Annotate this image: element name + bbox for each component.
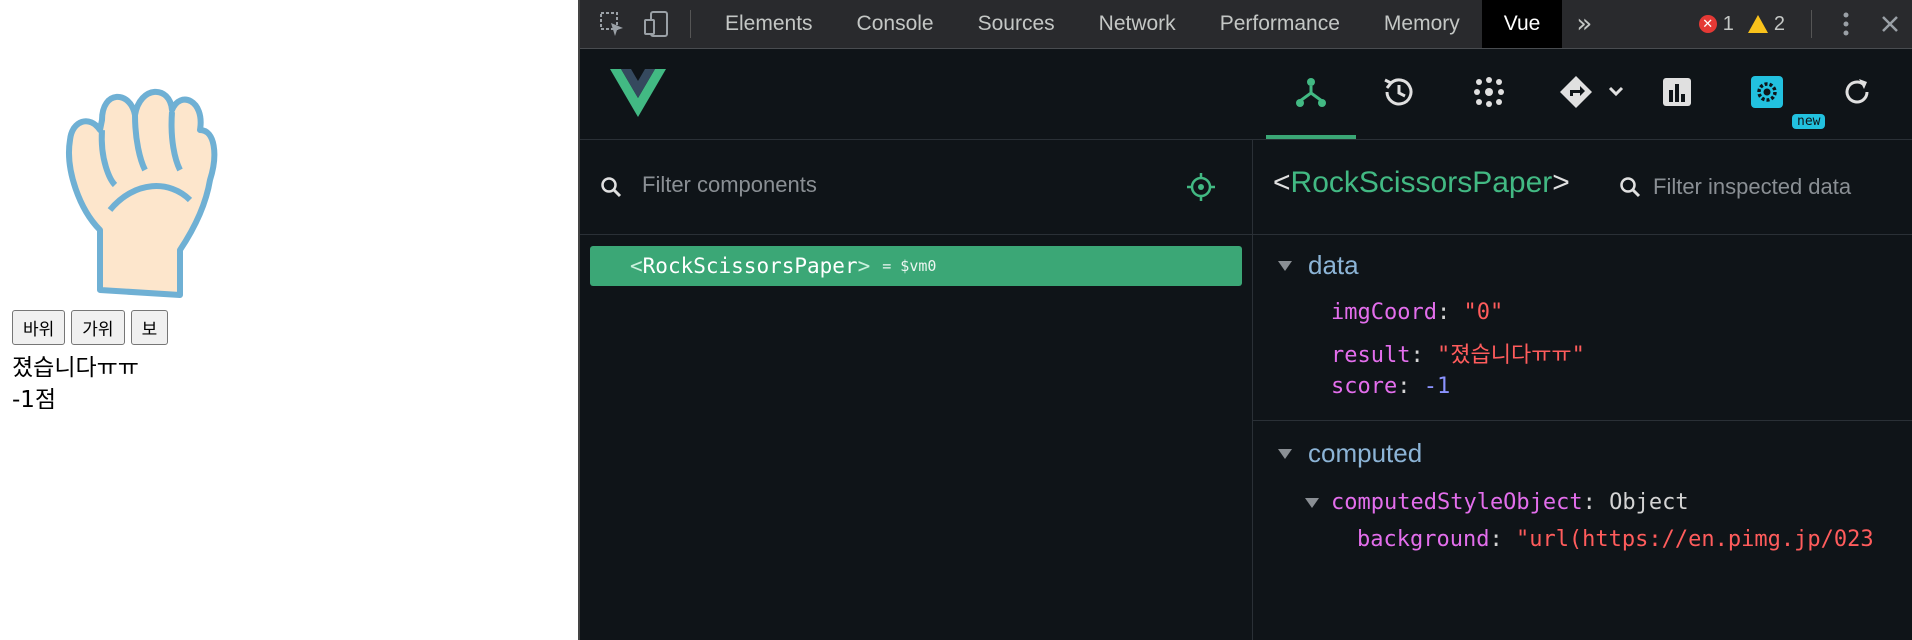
tab-vue[interactable]: Vue bbox=[1481, 0, 1563, 48]
performance-tab-icon[interactable] bbox=[1652, 67, 1702, 117]
component-tree-item[interactable]: < RockScissorsPaper > = $vm0 bbox=[590, 246, 1242, 286]
new-badge: new bbox=[1792, 114, 1826, 129]
prop-imgCoord[interactable]: imgCoord: "0" bbox=[1331, 300, 1503, 325]
component-filter[interactable]: Filter components bbox=[580, 140, 1252, 235]
collapse-triangle-icon bbox=[1278, 260, 1292, 271]
inspector-pane: <RockScissorsPaper> Filter inspected dat… bbox=[1253, 140, 1912, 640]
choice-buttons: 바위 가위 보 bbox=[12, 310, 169, 345]
vue-logo-icon bbox=[610, 69, 666, 117]
inspector-header: <RockScissorsPaper> Filter inspected dat… bbox=[1253, 140, 1912, 235]
components-tab-icon[interactable] bbox=[1286, 67, 1336, 117]
kebab-menu-icon[interactable] bbox=[1824, 0, 1868, 48]
inspected-component-name: RockScissorsPaper bbox=[1290, 166, 1553, 199]
app-viewport: 바위 가위 보 졌습니다ㅠㅠ -1점 bbox=[0, 0, 578, 640]
tab-elements[interactable]: Elements bbox=[703, 0, 835, 48]
filter-inspected-input[interactable]: Filter inspected data bbox=[1653, 174, 1851, 200]
close-devtools-icon[interactable] bbox=[1868, 0, 1912, 48]
error-icon: ✕ bbox=[1698, 15, 1717, 33]
prop-result[interactable]: result: "졌습니다ㅠㅠ" bbox=[1331, 337, 1585, 369]
inspected-component-title: <RockScissorsPaper> bbox=[1273, 166, 1570, 199]
section-divider bbox=[1253, 420, 1912, 421]
settings-tab-icon[interactable] bbox=[1742, 67, 1792, 117]
tabbar-divider-2 bbox=[1811, 10, 1812, 38]
prop-background[interactable]: background: "url(https://en.pimg.jp/023 bbox=[1357, 527, 1874, 552]
data-section-toggle[interactable]: data bbox=[1278, 250, 1359, 281]
active-tab-indicator bbox=[1266, 135, 1356, 139]
tab-network[interactable]: Network bbox=[1077, 0, 1198, 48]
result-text: 졌습니다ㅠㅠ bbox=[12, 355, 139, 381]
component-tree-pane: Filter components < RockScissorsPaper > … bbox=[580, 140, 1253, 640]
error-count: 1 bbox=[1722, 12, 1734, 35]
paper-button[interactable]: 보 bbox=[130, 310, 169, 345]
events-tab-icon[interactable] bbox=[1464, 67, 1514, 117]
vue-devtools-header: new bbox=[580, 49, 1912, 140]
search-icon bbox=[1620, 177, 1641, 198]
select-component-target-icon[interactable] bbox=[1186, 172, 1216, 202]
score-text: -1점 bbox=[12, 387, 57, 413]
tab-console[interactable]: Console bbox=[835, 0, 956, 48]
error-badge[interactable]: ✕ 1 bbox=[1698, 12, 1734, 36]
tab-memory[interactable]: Memory bbox=[1362, 0, 1482, 48]
devtools-panel: Elements Console Sources Network Perform… bbox=[578, 0, 1912, 640]
tag-open: < bbox=[630, 254, 643, 278]
tab-performance[interactable]: Performance bbox=[1198, 0, 1362, 48]
tag-close: > bbox=[857, 254, 871, 278]
warning-count: 2 bbox=[1773, 12, 1785, 35]
data-section-label: data bbox=[1308, 250, 1359, 280]
prop-score[interactable]: score: -1 bbox=[1331, 374, 1450, 399]
more-tabs-icon[interactable]: » bbox=[1562, 9, 1606, 39]
prop-computedStyleObject[interactable]: computedStyleObject: Object bbox=[1305, 490, 1689, 515]
vm-ref: = $vm0 bbox=[882, 257, 937, 275]
history-tab-icon[interactable] bbox=[1374, 67, 1424, 117]
collapse-triangle-icon bbox=[1305, 497, 1319, 508]
rock-button[interactable]: 바위 bbox=[12, 310, 66, 345]
collapse-triangle-icon bbox=[1278, 448, 1292, 459]
tabbar-divider bbox=[690, 10, 691, 38]
computed-section-toggle[interactable]: computed bbox=[1278, 438, 1422, 469]
tab-sources[interactable]: Sources bbox=[956, 0, 1077, 48]
scissors-button[interactable]: 가위 bbox=[71, 310, 125, 345]
search-icon bbox=[601, 177, 622, 198]
device-toolbar-icon[interactable] bbox=[634, 0, 678, 48]
filter-components-input[interactable]: Filter components bbox=[642, 172, 817, 198]
inspect-element-icon[interactable] bbox=[590, 0, 634, 48]
devtools-tabbar: Elements Console Sources Network Perform… bbox=[580, 0, 1912, 49]
warning-icon bbox=[1747, 15, 1768, 33]
component-name: RockScissorsPaper bbox=[642, 254, 858, 278]
warning-badge[interactable]: 2 bbox=[1747, 12, 1785, 36]
computed-section-label: computed bbox=[1308, 438, 1423, 468]
routing-tab-icon[interactable] bbox=[1554, 67, 1634, 117]
rock-hand-image bbox=[66, 88, 218, 298]
refresh-icon[interactable] bbox=[1832, 67, 1882, 117]
